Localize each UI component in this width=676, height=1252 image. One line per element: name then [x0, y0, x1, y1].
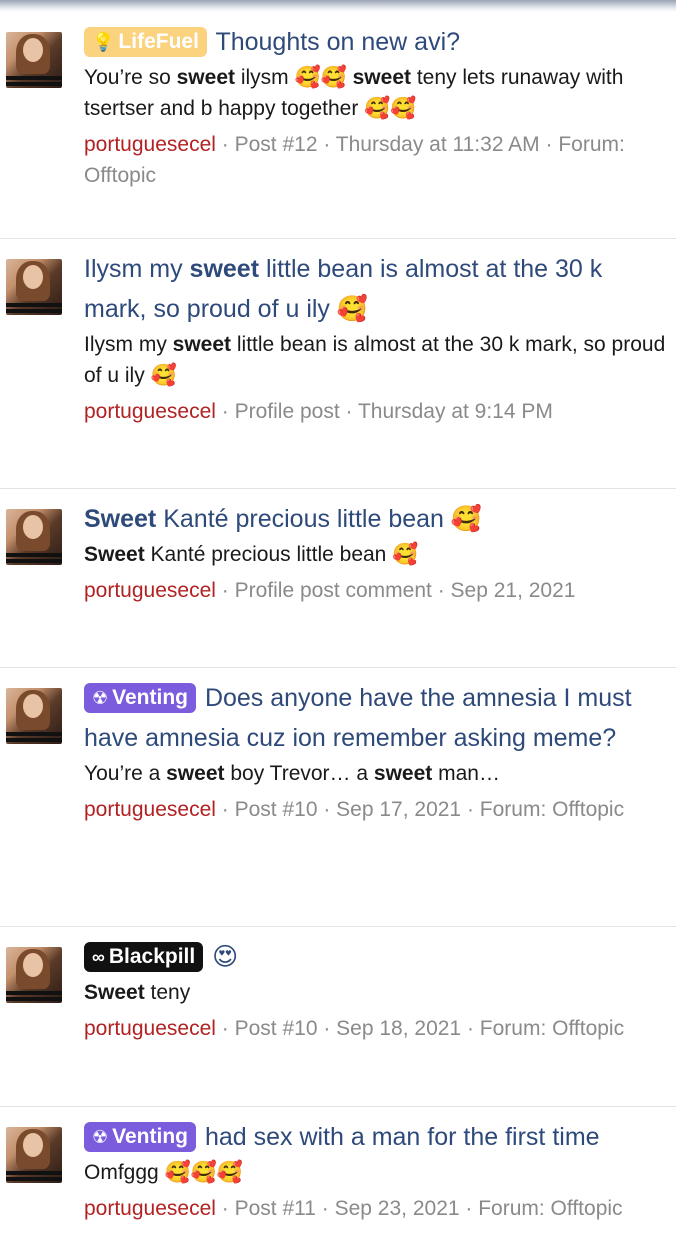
result-title[interactable]: 💡 LifeFuel Thoughts on new avi?	[84, 22, 670, 62]
pill-icon: ∞	[92, 947, 105, 967]
prefix-badge-lifefuel[interactable]: 💡 LifeFuel	[84, 27, 207, 57]
avatar[interactable]	[6, 32, 62, 88]
result-snippet: Ilysm my sweet little bean is almost at …	[84, 333, 666, 387]
author-link[interactable]: portuguesecel	[84, 579, 216, 602]
search-result-item: Sweet Kanté precious little bean 🥰 Sweet…	[0, 489, 676, 668]
search-result-item: 💡 LifeFuel Thoughts on new avi? You’re so…	[0, 12, 676, 239]
author-link[interactable]: portuguesecel	[84, 798, 216, 821]
top-bar	[0, 0, 676, 12]
search-result-item: ☢ Venting Does anyone have the amnesia I …	[0, 668, 676, 927]
avatar[interactable]	[6, 509, 62, 565]
result-title[interactable]: Ilysm my sweet little bean is almost at …	[84, 249, 670, 329]
result-title[interactable]: ∞ Blackpill 😍	[84, 937, 670, 977]
result-snippet: Sweet teny	[84, 981, 191, 1004]
result-snippet: You’re a sweet boy Trevor… a sweet man…	[84, 762, 500, 785]
result-snippet: Sweet Kanté precious little bean 🥰	[84, 543, 419, 566]
avatar[interactable]	[6, 947, 62, 1003]
result-title[interactable]: ☢ Venting Does anyone have the amnesia I …	[84, 678, 670, 758]
lightbulb-icon: 💡	[92, 32, 115, 52]
author-link[interactable]: portuguesecel	[84, 1197, 216, 1220]
search-result-item: ∞ Blackpill 😍 Sweet teny portuguesecel · …	[0, 927, 676, 1107]
avatar[interactable]	[6, 259, 62, 315]
result-title[interactable]: Sweet Kanté precious little bean 🥰	[84, 499, 670, 539]
search-results-list: 💡 LifeFuel Thoughts on new avi? You’re so…	[0, 12, 676, 1252]
search-result-item: Ilysm my sweet little bean is almost at …	[0, 239, 676, 489]
result-meta: portuguesecel · Profile post · Thursday …	[84, 400, 553, 423]
result-meta: portuguesecel · Post #11 · Sep 23, 2021 …	[84, 1197, 623, 1220]
search-result-item: ☢ Venting had sex with a man for the firs…	[0, 1107, 676, 1252]
prefix-badge-venting[interactable]: ☢ Venting	[84, 1122, 196, 1152]
avatar[interactable]	[6, 688, 62, 744]
author-link[interactable]: portuguesecel	[84, 400, 216, 423]
prefix-badge-blackpill[interactable]: ∞ Blackpill	[84, 942, 204, 972]
author-link[interactable]: portuguesecel	[84, 1017, 216, 1040]
result-meta: portuguesecel · Post #10 · Sep 17, 2021 …	[84, 798, 625, 821]
radiation-icon: ☢	[92, 1127, 109, 1147]
author-link[interactable]: portuguesecel	[84, 133, 216, 156]
result-title[interactable]: ☢ Venting had sex with a man for the firs…	[84, 1117, 670, 1157]
result-meta: portuguesecel · Post #10 · Sep 18, 2021 …	[84, 1017, 625, 1040]
result-meta: portuguesecel · Post #12 · Thursday at 1…	[84, 133, 625, 187]
result-snippet: You’re so sweet ilysm 🥰🥰 sweet teny lets…	[84, 66, 624, 120]
result-meta: portuguesecel · Profile post comment · S…	[84, 579, 576, 602]
radiation-icon: ☢	[92, 688, 109, 708]
result-snippet: Omfggg 🥰🥰🥰	[84, 1161, 243, 1184]
prefix-badge-venting[interactable]: ☢ Venting	[84, 683, 196, 713]
avatar[interactable]	[6, 1127, 62, 1183]
